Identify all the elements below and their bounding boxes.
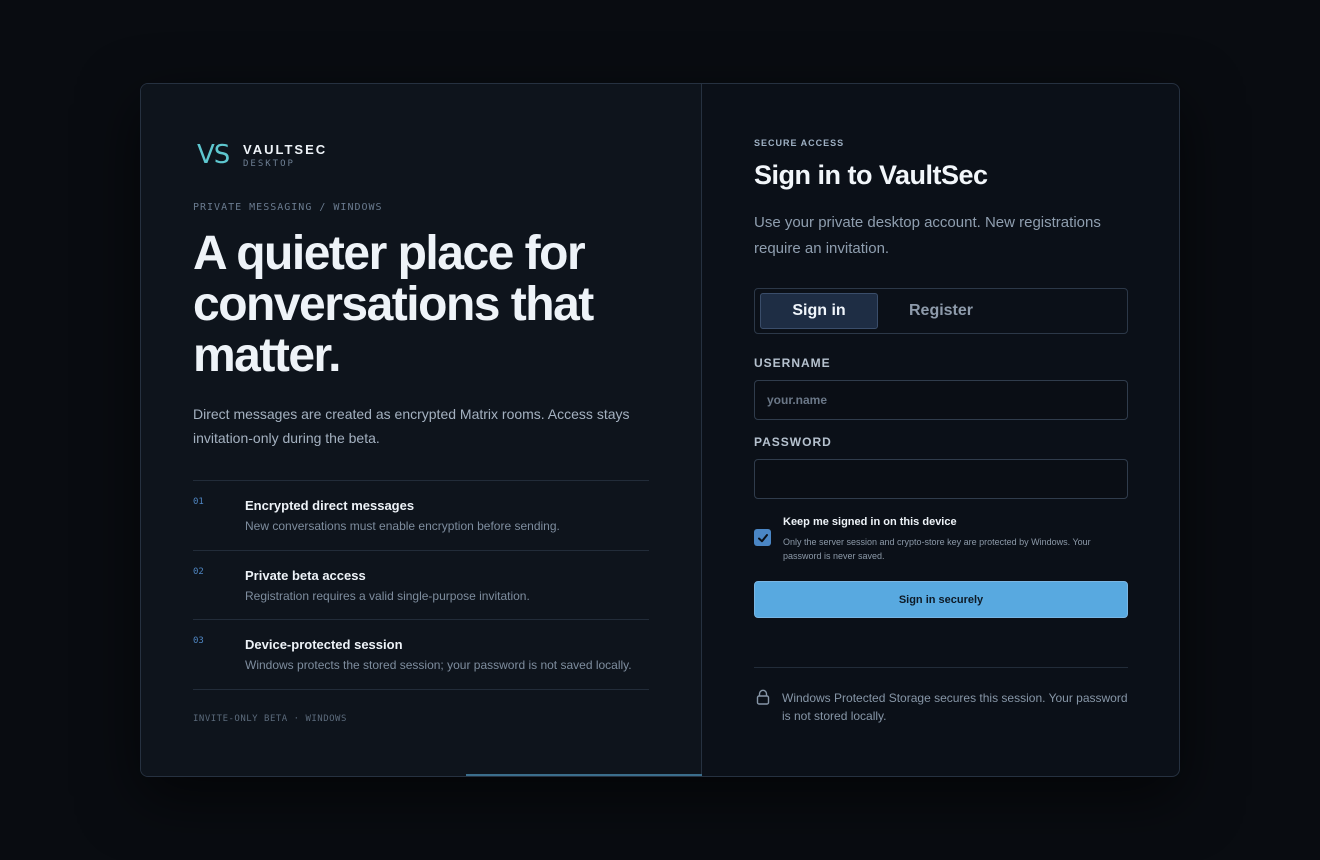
- remember-checkbox[interactable]: [754, 529, 771, 546]
- feature-list: 01 Encrypted direct messages New convers…: [193, 480, 649, 690]
- feature-item: 02 Private beta access Registration requ…: [193, 551, 649, 620]
- auth-tabs: Sign in Register: [754, 288, 1128, 334]
- feature-title: Private beta access: [245, 567, 366, 583]
- lock-icon: [756, 689, 770, 705]
- footer-note: INVITE-ONLY BETA · WINDOWS: [193, 714, 347, 724]
- login-window: VS VAULTSEC DESKTOP PRIVATE MESSAGING / …: [140, 83, 1180, 777]
- auth-kicker: SECURE ACCESS: [754, 138, 845, 148]
- auth-lede: Use your private desktop account. New re…: [754, 214, 1101, 257]
- password-input[interactable]: [754, 459, 1128, 499]
- remember-label[interactable]: Keep me signed in on this device: [783, 516, 957, 528]
- remember-description: Only the server session and crypto-store…: [783, 537, 1091, 561]
- feature-description: Windows protects the stored session; you…: [245, 658, 632, 672]
- hero-headline: A quieter place for conversations that m…: [193, 227, 594, 382]
- brand-subtitle: DESKTOP: [243, 158, 295, 169]
- accent-line: [466, 774, 702, 776]
- brand-logo: VS: [197, 140, 230, 170]
- username-label: USERNAME: [754, 356, 831, 370]
- username-input[interactable]: [754, 380, 1128, 420]
- feature-description: New conversations must enable encryption…: [245, 519, 560, 533]
- divider: [754, 667, 1128, 668]
- feature-number: 01: [193, 497, 204, 507]
- hero-kicker: PRIVATE MESSAGING / WINDOWS: [193, 202, 383, 213]
- password-label: PASSWORD: [754, 435, 832, 449]
- brand: VS VAULTSEC DESKTOP: [197, 140, 327, 170]
- hero-lede: Direct messages are created as encrypted…: [193, 406, 630, 446]
- auth-title: Sign in to VaultSec: [754, 160, 988, 190]
- security-note: Windows Protected Storage secures this s…: [782, 691, 1128, 723]
- feature-title: Encrypted direct messages: [245, 498, 415, 513]
- feature-item: 03 Device-protected session Windows prot…: [193, 620, 649, 690]
- tab-sign-in[interactable]: Sign in: [760, 293, 878, 329]
- feature-number: 02: [193, 566, 204, 577]
- feature-number: 03: [193, 636, 204, 646]
- feature-title: Device-protected session: [245, 637, 403, 652]
- feature-item: 01 Encrypted direct messages New convers…: [193, 481, 649, 551]
- brand-text: VAULTSEC DESKTOP: [243, 142, 327, 169]
- tab-register[interactable]: Register: [882, 293, 1000, 329]
- info-panel: VS VAULTSEC DESKTOP PRIVATE MESSAGING / …: [141, 84, 702, 776]
- brand-name: VAULTSEC: [243, 141, 328, 157]
- sign-in-button[interactable]: Sign in securely: [754, 581, 1128, 618]
- feature-description: Registration requires a valid single-pur…: [245, 588, 530, 603]
- auth-panel: SECURE ACCESS Sign in to VaultSec Use yo…: [703, 84, 1179, 776]
- checkmark-icon: [757, 533, 768, 542]
